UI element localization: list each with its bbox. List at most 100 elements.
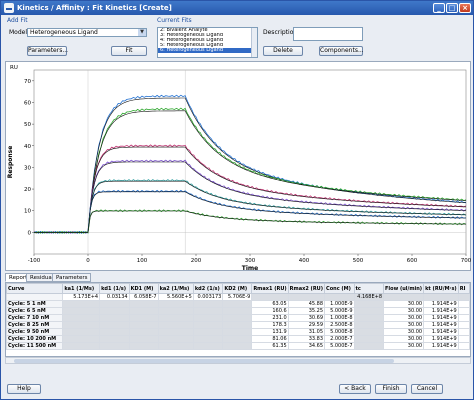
x-tick-label: 400 [299, 258, 310, 264]
table-cell: 1.914E+9 [423, 307, 459, 315]
table-row[interactable]: Cycle: 6 5 nM 160.6 35.25 5.000E-9 30.00 1.91… [6, 307, 470, 315]
table-cell [157, 328, 194, 336]
components-button[interactable]: Components... [319, 46, 364, 56]
list-scrollbar[interactable] [251, 28, 257, 57]
table-cell: 63.05 [251, 300, 289, 308]
y-axis-label: Response [7, 146, 14, 179]
column-header[interactable]: ka2 (1/Ms) [157, 283, 194, 294]
column-header[interactable]: kd1 (1/s) [99, 283, 130, 294]
table-cell: 231.0 [251, 314, 289, 322]
table-cell [99, 335, 130, 343]
table-cell: 160.6 [251, 307, 289, 315]
table-cell: 30.00 [383, 321, 425, 329]
table-cell [128, 314, 159, 322]
table-cell [192, 335, 224, 343]
maximize-button[interactable]: □ [446, 3, 458, 13]
table-row[interactable]: Cycle: 9 50 nM 131.9 31.05 5.000E-8 30.00 1.9… [6, 328, 470, 336]
table-cell [287, 293, 326, 301]
table-cell [222, 335, 253, 343]
table-cell [192, 314, 224, 322]
tab-parameters[interactable]: Parameters [52, 273, 92, 282]
description-field[interactable] [293, 27, 363, 41]
table-cell: Cycle: 8 25 nM [6, 321, 64, 329]
scroll-thumb[interactable] [14, 359, 394, 363]
column-header[interactable]: KD1 (M) [128, 283, 159, 294]
table-cell [62, 321, 101, 329]
table-cell: Cycle: 7 10 nM [6, 314, 64, 322]
table-cell: 0.03134 [99, 293, 130, 301]
y-tick-label: 10 [24, 209, 31, 215]
table-cell: 4.168E+8 [353, 293, 385, 301]
y-tick-label: 60 [24, 100, 31, 106]
close-button[interactable]: × [459, 3, 471, 13]
table-row[interactable]: Cycle: 10 200 nM 81.06 33.83 2.000E-7 30.00 1… [6, 335, 470, 343]
table-cell: Cycle: 5 1 nM [6, 300, 64, 308]
table-cell [128, 307, 159, 315]
table-row[interactable]: Cycle: 8 25 nM 178.3 29.59 2.500E-8 30.00 1.9… [6, 321, 470, 329]
model-select[interactable]: Heterogeneous Ligand ▼ [27, 28, 147, 37]
table-cell: 5.560E+5 [157, 293, 194, 301]
table-cell [157, 342, 194, 350]
x-tick-label: 500 [353, 258, 364, 264]
table-cell [157, 300, 194, 308]
column-header[interactable]: RI [457, 283, 470, 294]
delete-button[interactable]: Delete [263, 46, 303, 56]
table-cell: 2.000E-7 [324, 335, 355, 343]
table-cell: 29.59 [287, 321, 326, 329]
fit-list-item[interactable]: 6: Heterogeneous Ligand [158, 48, 257, 53]
table-cell: 30.00 [383, 300, 425, 308]
column-header[interactable]: ka1 (1/Ms) [62, 283, 101, 294]
table-cell: 30.00 [383, 328, 425, 336]
table-cell [157, 335, 194, 343]
minimize-button[interactable]: _ [433, 3, 445, 13]
column-header[interactable]: Curve [6, 283, 64, 294]
table-row[interactable]: Cycle: 7 10 nM 231.0 30.69 1.000E-8 30.00 1.9… [6, 314, 470, 322]
table-cell [157, 307, 194, 315]
table-cell: 131.9 [251, 328, 289, 336]
column-header[interactable]: Flow (ul/min) [383, 283, 425, 294]
column-header[interactable]: kt (RU/M·s) [423, 283, 459, 294]
column-header[interactable]: KD2 (M) [222, 283, 253, 294]
column-header[interactable]: Rmax1 (RU) [251, 283, 289, 294]
table-row[interactable]: Cycle: 5 1 nM 63.05 45.88 1.000E-9 30.00 1.91… [6, 300, 470, 308]
table-cell [62, 314, 101, 322]
help-button[interactable]: Help [7, 384, 41, 394]
parameters-button[interactable]: Parameters... [27, 46, 68, 56]
table-cell [62, 328, 101, 336]
cancel-button[interactable]: Cancel [411, 384, 443, 394]
table-cell [62, 335, 101, 343]
column-header[interactable]: Rmax2 (RU) [287, 283, 326, 294]
column-header[interactable]: tc [353, 283, 385, 294]
table-cell: 1.914E+9 [423, 321, 459, 329]
table-cell: 34.65 [287, 342, 326, 350]
table-cell: Cycle: 9 50 nM [6, 328, 64, 336]
chevron-down-icon[interactable]: ▼ [138, 29, 146, 36]
chart-svg: -100 0 100 200 300 400 500 600 700 0 10 20 30 40 50 60 7… [7, 65, 472, 272]
current-fits-list[interactable]: 2: Bivalent Analyte 3: Heterogeneous Liga… [157, 27, 258, 58]
column-header[interactable]: kd2 (1/s) [192, 283, 224, 294]
table-cell [99, 328, 130, 336]
table-row[interactable]: Cycle: 11 500 nM 61.35 34.65 5.000E-7 30.00 1… [6, 342, 470, 350]
table-cell: 178.3 [251, 321, 289, 329]
table-cell: 1.914E+9 [423, 314, 459, 322]
add-fit-label: Add Fit [7, 17, 28, 24]
table-cell: 33.83 [287, 335, 326, 343]
table-cell [99, 321, 130, 329]
fit-button[interactable]: Fit [111, 46, 147, 56]
table-cell [457, 335, 470, 343]
fit-series-line [34, 180, 466, 233]
table-row[interactable]: 5.173E+4 0.03134 6.058E-7 5.560E+5 0.003173 5… [6, 293, 470, 301]
table-cell [62, 307, 101, 315]
table-cell [192, 342, 224, 350]
title-bar[interactable]: Kinetics / Affinity : Fit Kinetics [Crea… [1, 1, 473, 15]
table-cell [128, 335, 159, 343]
back-button[interactable]: < Back [339, 384, 371, 394]
table-cell [192, 300, 224, 308]
table-horizontal-scrollbar[interactable] [5, 357, 471, 364]
table-cell [251, 293, 289, 301]
table-cell [192, 328, 224, 336]
table-cell [128, 321, 159, 329]
finish-button[interactable]: Finish [375, 384, 407, 394]
column-header[interactable]: Conc (M) [324, 283, 355, 294]
table-cell [383, 293, 425, 301]
